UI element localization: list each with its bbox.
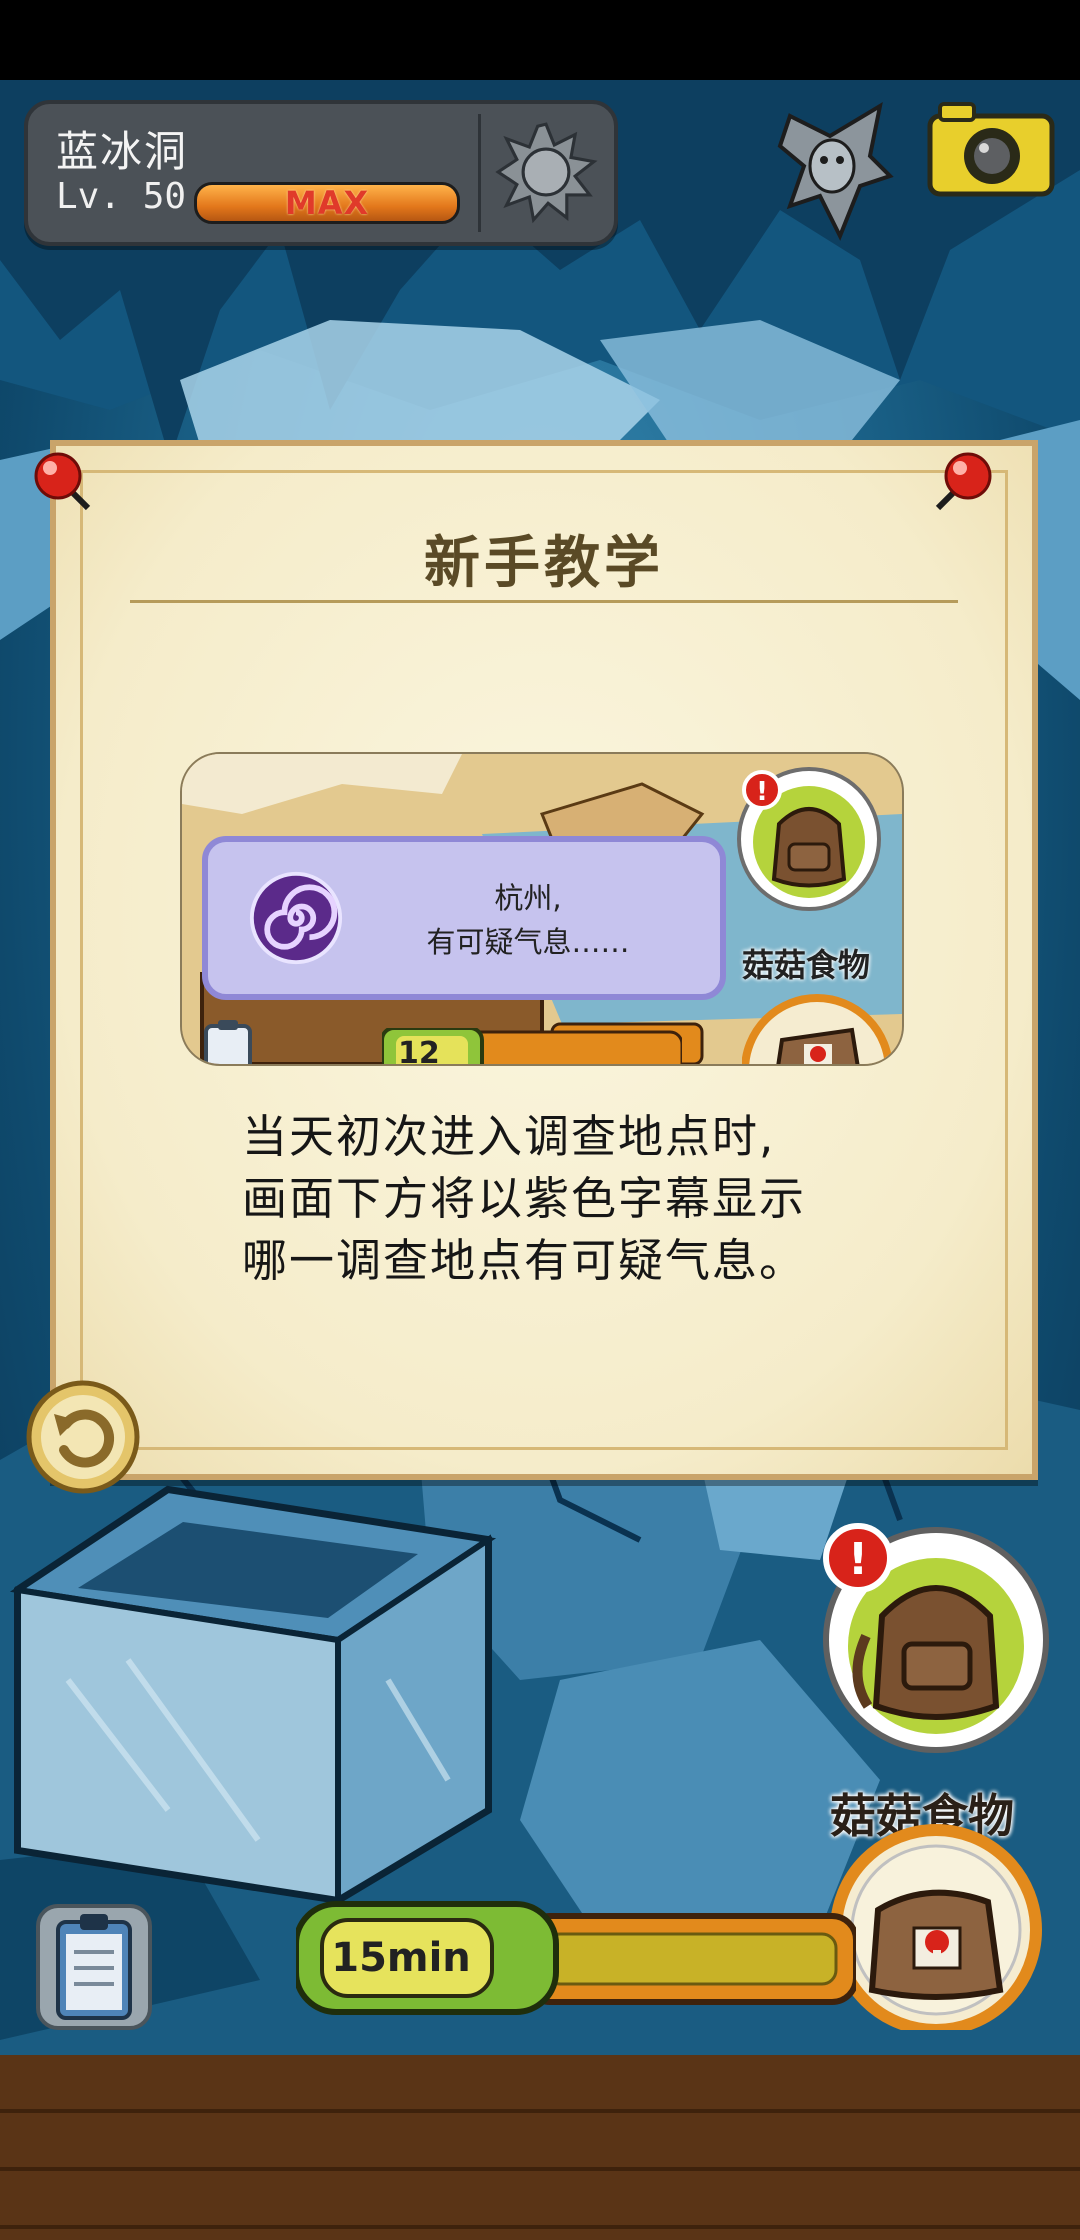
wooden-floor xyxy=(0,2055,1080,2240)
tutorial-dialog[interactable]: 新手教学 杭州, 有可疑气息…… ! 菇菇食物 12 当天初次进入调查地点时, … xyxy=(50,440,1038,1480)
backpack-icon: ! xyxy=(737,767,881,911)
suspicious-notice-banner: 杭州, 有可疑气息…… xyxy=(202,836,726,1000)
hud-divider xyxy=(478,114,481,232)
title-divider xyxy=(130,600,958,603)
description-line: 当天初次进入调查地点时, xyxy=(242,1110,776,1163)
food-bag-icon xyxy=(742,994,892,1064)
status-bar xyxy=(0,0,1080,80)
clipboard-icon xyxy=(204,1020,252,1064)
description-line: 哪一调查地点有可疑气息。 xyxy=(242,1234,807,1287)
description-line: 画面下方将以紫色字幕显示 xyxy=(242,1172,807,1225)
tutorial-description: 当天初次进入调查地点时, 画面下方将以紫色字幕显示 哪一调查地点有可疑气息。 xyxy=(242,1106,882,1292)
svg-text:!: ! xyxy=(756,777,768,807)
notice-text: 杭州, 有可疑气息…… xyxy=(358,876,698,964)
notice-line: 有可疑气息…… xyxy=(426,925,630,959)
dialog-title: 新手教学 xyxy=(424,531,664,596)
location-level: Lv. 50 xyxy=(56,176,187,217)
location-name: 蓝冰洞 xyxy=(56,127,189,176)
level-max-badge: MAX xyxy=(284,184,370,222)
backpack-button[interactable]: ! xyxy=(812,1516,1052,1756)
refresh-icon[interactable] xyxy=(26,1380,140,1494)
notice-line: 杭州, xyxy=(494,881,562,915)
preview-timer-text: 12 xyxy=(398,1036,440,1066)
pushpin-icon xyxy=(34,452,91,511)
ice-cube xyxy=(9,1485,497,1906)
mascot-icon[interactable] xyxy=(770,96,900,246)
pushpin-icon xyxy=(935,452,992,511)
spiral-icon xyxy=(249,871,343,965)
location-panel[interactable]: 蓝冰洞 Lv. 50 MAX xyxy=(24,100,618,246)
camera-icon[interactable] xyxy=(926,98,1056,198)
food-timer-text: 15min xyxy=(331,1935,471,1981)
clipboard-icon[interactable] xyxy=(36,1900,152,2030)
tutorial-preview-image: 杭州, 有可疑气息…… ! 菇菇食物 12 xyxy=(180,752,904,1066)
level-progress-bar: MAX xyxy=(194,182,460,224)
svg-text:!: ! xyxy=(848,1534,868,1585)
sun-icon[interactable] xyxy=(494,120,598,224)
